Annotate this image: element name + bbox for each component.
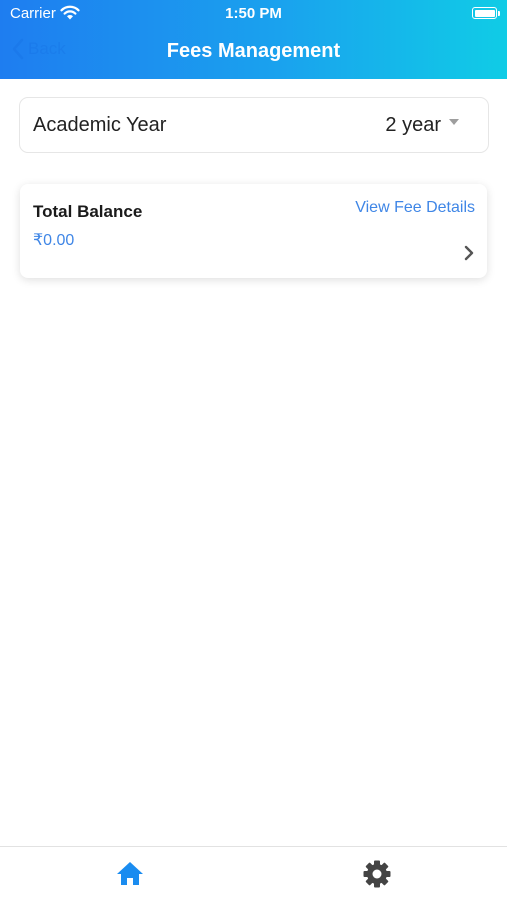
battery-nub xyxy=(498,11,500,16)
home-icon[interactable] xyxy=(115,859,145,889)
header: Carrier 1:50 PM Back Fees Management xyxy=(0,0,507,79)
tab-bar xyxy=(0,846,507,901)
status-bar: Carrier 1:50 PM xyxy=(0,0,507,28)
total-balance-card[interactable]: Total Balance ₹0.00 View Fee Details xyxy=(20,184,487,278)
caret-down-icon xyxy=(449,119,459,125)
total-balance-title: Total Balance xyxy=(33,202,143,221)
battery-icon xyxy=(472,7,497,19)
gear-icon[interactable] xyxy=(362,859,392,889)
academic-year-value: 2 year xyxy=(385,114,441,136)
page-title: Fees Management xyxy=(166,40,341,62)
nav-bar: Back Fees Management xyxy=(0,28,507,79)
view-fee-details-link[interactable]: View Fee Details xyxy=(355,199,475,217)
total-balance-amount: ₹0.00 xyxy=(33,232,75,249)
academic-year-dropdown[interactable]: Academic Year 2 year xyxy=(19,97,489,153)
chevron-right-icon[interactable] xyxy=(464,245,474,261)
status-time: 1:50 PM xyxy=(225,5,282,22)
academic-year-label: Academic Year xyxy=(33,114,167,136)
